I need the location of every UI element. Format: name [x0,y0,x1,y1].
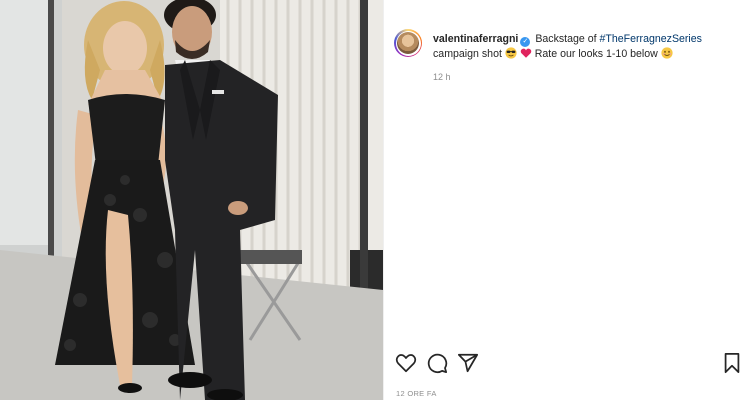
caption-text: Backstage of [532,33,600,45]
avatar[interactable] [394,29,422,57]
post-caption: valentinaferragni ✓ Backstage of #TheFerr… [433,32,743,63]
hashtag-link[interactable]: #TheFerragnezSeries [600,33,702,45]
action-bar [384,352,750,376]
red-heart-emoji-icon [520,47,532,63]
bookmark-icon[interactable] [721,352,743,374]
post-side-panel: valentinaferragni ✓ Backstage of #TheFerr… [384,0,750,400]
post-photo-image [0,0,383,400]
post-relative-time: 12 h [433,72,451,82]
avatar-ring [395,30,421,56]
post-date[interactable]: 12 ORE FA [396,389,437,398]
smiling-emoji-icon [661,47,673,63]
verified-badge-icon: ✓ [520,37,531,47]
caption-text: Rate our looks 1-10 below [531,48,661,60]
caption-text: campaign shot [433,48,505,60]
post-photo[interactable] [0,0,383,400]
avatar-image [397,32,419,54]
sunglasses-emoji-icon [505,47,517,63]
username-link[interactable]: valentinaferragni [433,33,518,45]
comment-icon[interactable] [426,352,448,374]
paper-plane-icon[interactable] [457,352,479,374]
heart-icon[interactable] [395,352,417,374]
